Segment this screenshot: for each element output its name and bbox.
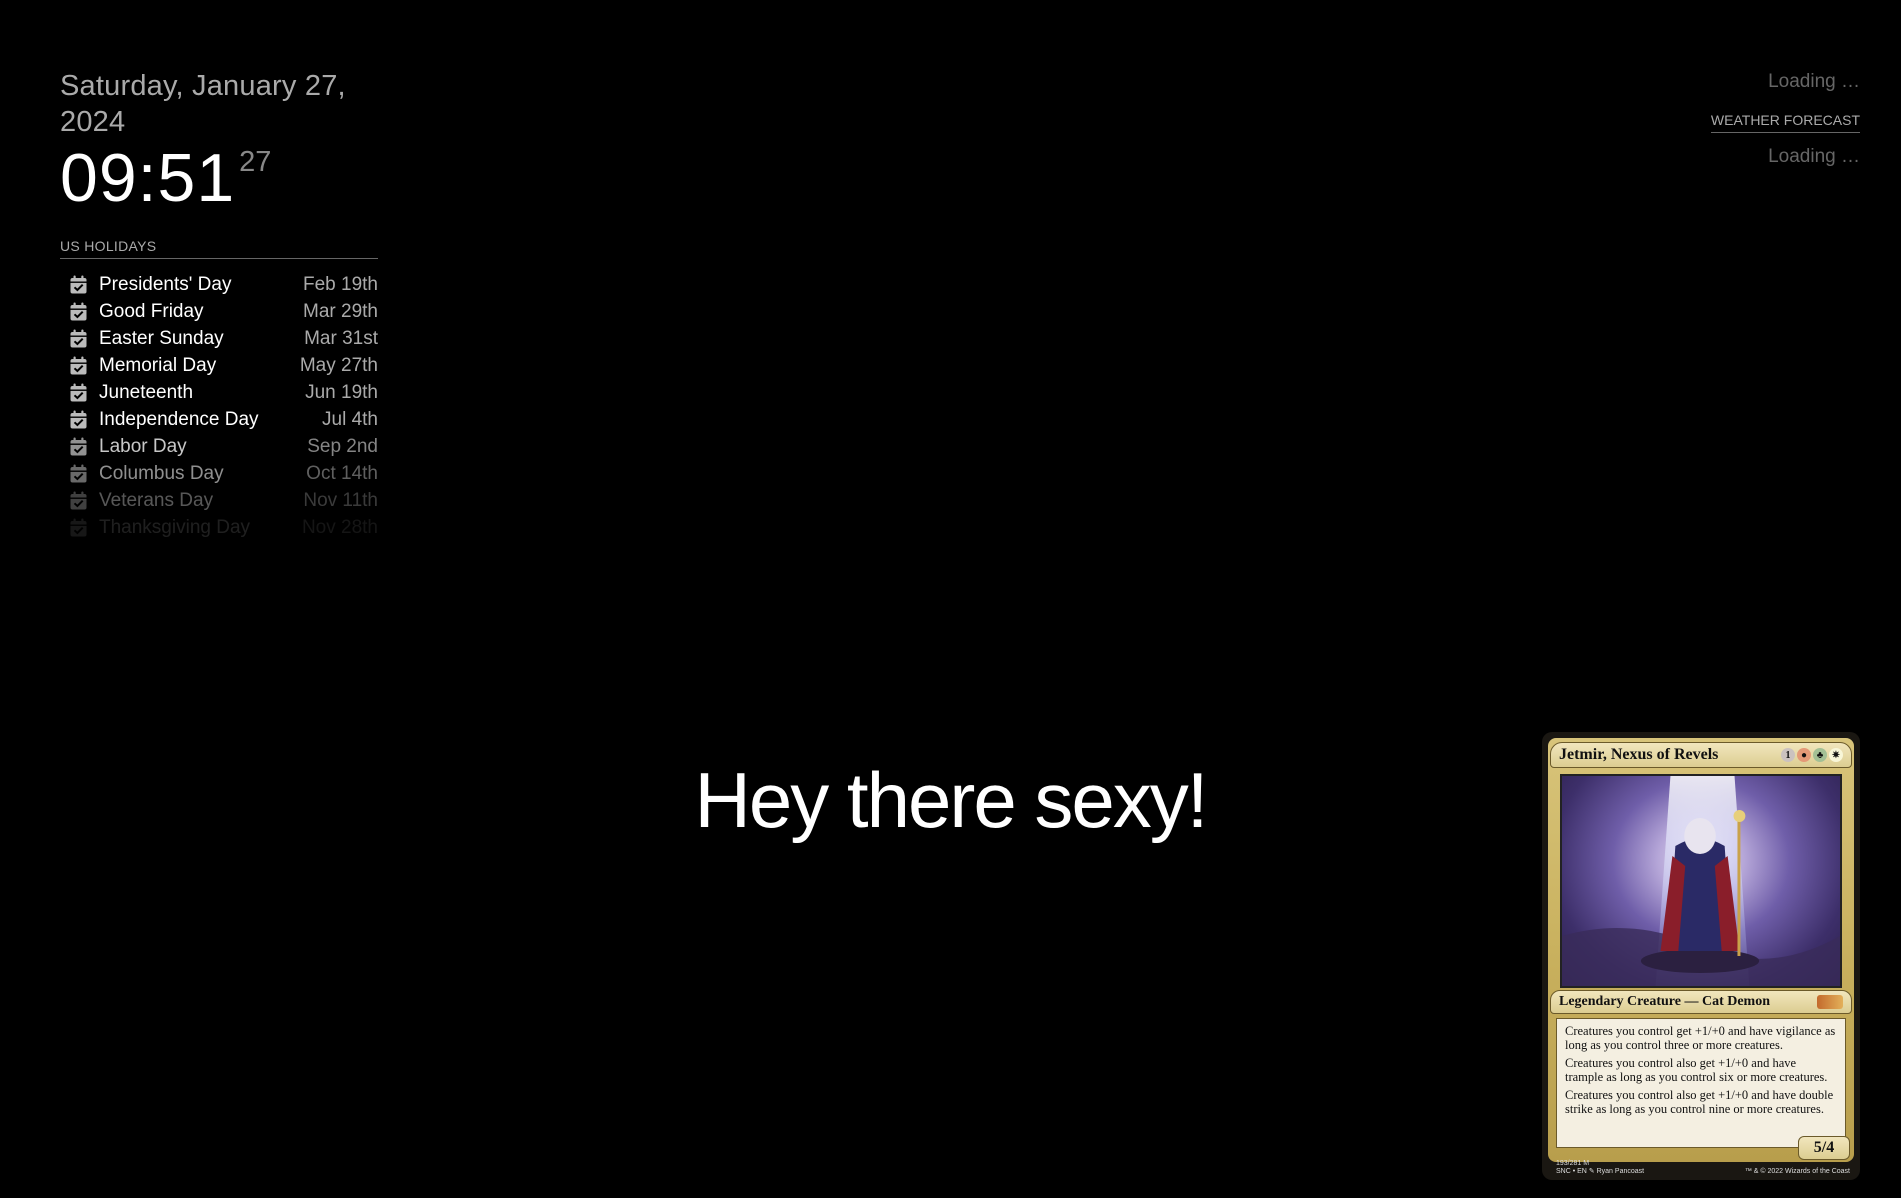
calendar-event-title: Presidents' Day bbox=[99, 273, 232, 295]
card-collector-info: 193/281 M SNC • EN ✎ Ryan Pancoast bbox=[1556, 1160, 1644, 1176]
calendar-event-date: Jun 19th bbox=[305, 381, 378, 403]
calendar-event-date: Mar 29th bbox=[303, 300, 378, 322]
calendar-event: Good Friday Mar 29th bbox=[60, 298, 378, 325]
calendar-event: Labor Day Sep 2nd bbox=[60, 433, 378, 460]
calendar-check-icon bbox=[68, 464, 88, 484]
calendar-check-icon bbox=[68, 437, 88, 457]
card-type-line: Legendary Creature — Cat Demon bbox=[1559, 994, 1771, 1009]
calendar-check-icon bbox=[68, 302, 88, 322]
calendar-event-title: Independence Day bbox=[99, 408, 259, 430]
calendar-event: Columbus Day Oct 14th bbox=[60, 460, 378, 487]
calendar-event: Thanksgiving Day Nov 28th bbox=[60, 514, 378, 541]
calendar-event-title: Labor Day bbox=[99, 435, 187, 457]
calendar-event-list: Presidents' Day Feb 19th Good Friday Mar 29… bbox=[60, 271, 378, 541]
mtg-card: Jetmir, Nexus of Revels 1 ● ♣ ✷ Legendar… bbox=[1542, 732, 1860, 1180]
card-name: Jetmir, Nexus of Revels bbox=[1559, 746, 1719, 763]
calendar-header: US HOLIDAYS bbox=[60, 238, 378, 259]
calendar-event-date: Nov 11th bbox=[303, 489, 378, 511]
clock-date: Saturday, January 27, 2024 bbox=[60, 70, 346, 138]
calendar-check-icon bbox=[68, 356, 88, 376]
mana-cost: 1 ● ♣ ✷ bbox=[1781, 748, 1843, 762]
collector-number: 193/281 M bbox=[1556, 1160, 1590, 1167]
set-language: SNC • EN bbox=[1556, 1168, 1587, 1175]
calendar-check-icon bbox=[68, 410, 88, 430]
artwork-illustration bbox=[1562, 776, 1840, 986]
calendar-check-icon bbox=[68, 383, 88, 403]
calendar-event: Independence Day Jul 4th bbox=[60, 406, 378, 433]
calendar-check-icon bbox=[68, 275, 88, 295]
calendar-event-title: Juneteenth bbox=[99, 381, 194, 403]
rules-paragraph: Creatures you control get +1/+0 and have… bbox=[1565, 1024, 1836, 1052]
calendar-check-icon bbox=[68, 329, 88, 349]
calendar-event-title: Veterans Day bbox=[99, 489, 214, 511]
calendar-event-date: Nov 28th bbox=[301, 516, 378, 538]
artist-brush-icon: ✎ bbox=[1588, 1168, 1597, 1175]
calendar-event-date: Jul 4th bbox=[322, 408, 378, 430]
top-right-region: Loading … WEATHER FORECAST Loading … bbox=[1660, 70, 1860, 169]
calendar-event-title: Good Friday bbox=[99, 300, 204, 322]
card-rules-text: Creatures you control get +1/+0 and have… bbox=[1556, 1018, 1846, 1148]
calendar-event-date: May 27th bbox=[299, 354, 378, 376]
calendar-event-date: Mar 31st bbox=[304, 327, 378, 349]
weather-forecast-loading: Loading … bbox=[1768, 146, 1860, 167]
calendar-event-title: Easter Sunday bbox=[99, 327, 224, 349]
card-title-bar: Jetmir, Nexus of Revels 1 ● ♣ ✷ bbox=[1550, 742, 1852, 768]
current-weather-loading: Loading … bbox=[1768, 71, 1860, 92]
top-left-region: Saturday, January 27, 2024 09:51 27 US H… bbox=[60, 68, 378, 541]
card-footer: 193/281 M SNC • EN ✎ Ryan Pancoast ™ & ©… bbox=[1556, 1156, 1850, 1176]
rules-paragraph: Creatures you control also get +1/+0 and… bbox=[1565, 1088, 1834, 1116]
mana-generic-icon: 1 bbox=[1781, 748, 1795, 762]
artist-name: Ryan Pancoast bbox=[1596, 1168, 1645, 1175]
calendar-event-title: Thanksgiving Day bbox=[99, 516, 251, 538]
rules-paragraph: Creatures you control also get +1/+0 and… bbox=[1565, 1056, 1828, 1084]
calendar-event: Presidents' Day Feb 19th bbox=[60, 271, 378, 298]
mana-red-icon: ● bbox=[1797, 748, 1811, 762]
calendar-event: Juneteenth Jun 19th bbox=[60, 379, 378, 406]
clock-hours-minutes: 09:51 bbox=[60, 140, 236, 216]
calendar-event: Memorial Day May 27th bbox=[60, 352, 378, 379]
clock-time: 09:51 27 bbox=[60, 144, 378, 212]
calendar-event: Veterans Day Nov 11th bbox=[60, 487, 378, 514]
calendar-event-date: Sep 2nd bbox=[307, 435, 378, 457]
card-artwork bbox=[1560, 774, 1842, 988]
mana-green-icon: ♣ bbox=[1813, 748, 1827, 762]
weather-forecast-header: WEATHER FORECAST bbox=[1710, 112, 1860, 133]
set-symbol-icon bbox=[1817, 995, 1843, 1009]
mana-white-icon: ✷ bbox=[1829, 748, 1843, 762]
calendar-check-icon bbox=[68, 518, 88, 538]
calendar-check-icon bbox=[68, 491, 88, 511]
clock-seconds: 27 bbox=[239, 146, 272, 178]
calendar-event-date: Oct 14th bbox=[306, 462, 378, 484]
copyright: ™ & © 2022 Wizards of the Coast bbox=[1744, 1168, 1850, 1175]
calendar-event-title: Columbus Day bbox=[99, 462, 224, 484]
calendar-event: Easter Sunday Mar 31st bbox=[60, 325, 378, 352]
calendar-event-title: Memorial Day bbox=[99, 354, 217, 376]
card-type-bar: Legendary Creature — Cat Demon bbox=[1550, 990, 1852, 1014]
calendar-event-date: Feb 19th bbox=[303, 273, 378, 295]
